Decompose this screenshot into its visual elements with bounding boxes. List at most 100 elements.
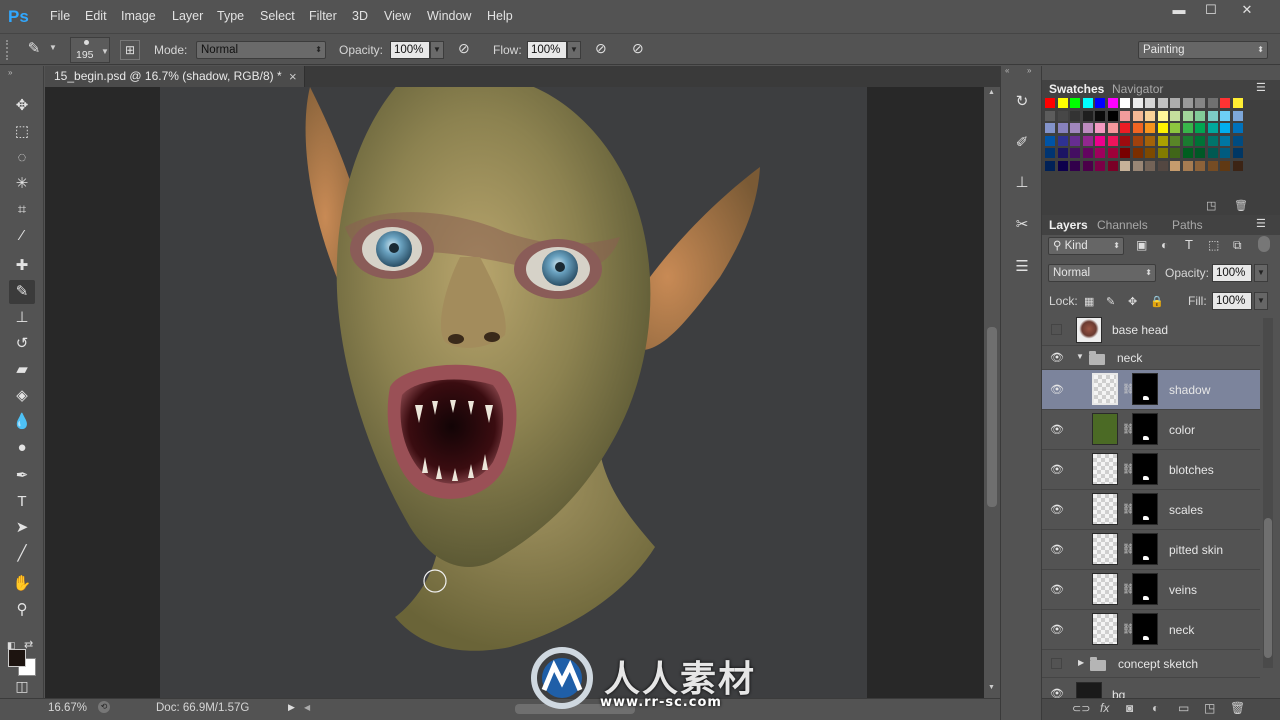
swatch[interactable] (1107, 123, 1118, 133)
tab-swatches[interactable]: Swatches (1049, 82, 1104, 96)
brush-panel-icon[interactable]: ✐ (1011, 132, 1033, 154)
swatch[interactable] (1120, 110, 1130, 121)
crop-tool-icon[interactable]: ⌗ (9, 198, 35, 222)
swatch[interactable] (1107, 110, 1118, 121)
eye-icon[interactable]: 👁 (1050, 688, 1064, 698)
swatch[interactable] (1157, 98, 1168, 108)
swatch[interactable] (1082, 110, 1093, 121)
layer-bg[interactable]: 👁 bg (1042, 678, 1260, 698)
tab-channels[interactable]: Channels (1097, 218, 1148, 232)
layer-mask-thumbnail[interactable] (1132, 533, 1158, 565)
eye-icon[interactable]: 👁 (1050, 544, 1064, 556)
workspace-dropdown[interactable]: Painting ⬍ (1138, 41, 1268, 59)
new-layer-icon[interactable]: ◳ (1204, 701, 1215, 715)
swatch[interactable] (1157, 148, 1168, 158)
swatch[interactable] (1157, 123, 1168, 133)
swatch[interactable] (1157, 135, 1168, 146)
adjustments-panel-icon[interactable]: ☰ (1011, 256, 1033, 278)
document-tab[interactable]: 15_begin.psd @ 16.7% (shadow, RGB/8) * × (45, 66, 305, 87)
layer-mask-thumbnail[interactable] (1132, 573, 1158, 605)
visibility-off-box[interactable] (1051, 658, 1062, 669)
swatch[interactable] (1232, 98, 1243, 108)
swatch[interactable] (1220, 148, 1230, 158)
swatch[interactable] (1107, 98, 1118, 108)
dock-expand-icon[interactable]: « (1005, 66, 1009, 75)
filter-pixel-icon[interactable]: ▣ (1136, 238, 1147, 252)
swatch[interactable] (1182, 98, 1193, 108)
swatch[interactable] (1145, 110, 1155, 121)
zoom-tool-icon[interactable]: ⚲ (9, 598, 35, 622)
path-selection-tool-icon[interactable]: ➤ (9, 516, 35, 540)
swatch[interactable] (1195, 98, 1205, 108)
swatch[interactable] (1045, 160, 1055, 171)
swatch[interactable] (1157, 160, 1168, 171)
menu-help[interactable]: Help (487, 9, 513, 23)
status-info-icon[interactable]: ⟲ (98, 701, 110, 713)
blend-mode-dropdown[interactable]: Normal ⬍ (1048, 264, 1156, 282)
swatch[interactable] (1232, 110, 1243, 121)
swatch[interactable] (1145, 98, 1155, 108)
add-mask-icon[interactable]: ◙ (1126, 701, 1133, 715)
paint-bucket-tool-icon[interactable]: ◈ (9, 384, 35, 408)
swatch[interactable] (1170, 135, 1180, 146)
mask-link-icon[interactable]: ⛓ (1122, 504, 1135, 516)
layer-base-head[interactable]: base head (1042, 314, 1260, 346)
swatch[interactable] (1095, 110, 1105, 121)
layer-mask-thumbnail[interactable] (1132, 613, 1158, 645)
mask-link-icon[interactable]: ⛓ (1122, 464, 1135, 476)
swatch[interactable] (1220, 135, 1230, 146)
menu-type[interactable]: Type (217, 9, 244, 23)
swatch[interactable] (1045, 110, 1055, 121)
hand-tool-icon[interactable]: ✋ (9, 572, 35, 596)
lock-transparent-icon[interactable]: ▦ (1084, 295, 1094, 308)
status-menu-arrow-icon[interactable]: ▶ (288, 702, 295, 713)
type-tool-icon[interactable]: T (9, 490, 35, 514)
swatch[interactable] (1107, 160, 1118, 171)
swatch[interactable] (1182, 135, 1193, 146)
layers-scrollbar[interactable] (1263, 318, 1273, 668)
swatch[interactable] (1082, 135, 1093, 146)
swatch[interactable] (1057, 98, 1068, 108)
swatch[interactable] (1182, 148, 1193, 158)
swatch[interactable] (1095, 123, 1105, 133)
swatch[interactable] (1207, 98, 1218, 108)
layer-opacity-arrow-icon[interactable]: ▼ (1254, 264, 1268, 282)
swatch[interactable] (1145, 135, 1155, 146)
swatch[interactable] (1082, 123, 1093, 133)
vertical-scroll-thumb[interactable] (987, 327, 997, 507)
swatch[interactable] (1070, 148, 1080, 158)
minimize-button[interactable]: ▬ (1162, 0, 1196, 22)
zoom-level[interactable]: 16.67% (48, 702, 87, 714)
eye-icon[interactable]: 👁 (1050, 504, 1064, 516)
swatches-menu-icon[interactable]: ☰ (1256, 81, 1266, 94)
delete-layer-icon[interactable]: 🗑 (1230, 701, 1245, 715)
swatch[interactable] (1170, 148, 1180, 158)
delete-swatch-icon[interactable]: 🗑 (1234, 199, 1248, 212)
swatch[interactable] (1170, 123, 1180, 133)
swatch[interactable] (1120, 98, 1130, 108)
eye-icon[interactable]: 👁 (1050, 352, 1064, 364)
filter-shape-icon[interactable]: ⬚ (1208, 238, 1219, 252)
swatch[interactable] (1095, 160, 1105, 171)
swatch[interactable] (1132, 148, 1143, 158)
swatch[interactable] (1145, 148, 1155, 158)
brush-size-picker[interactable]: 195 ▼ (70, 37, 110, 63)
tab-paths[interactable]: Paths (1172, 218, 1203, 232)
swatch[interactable] (1132, 110, 1143, 121)
filter-type-icon[interactable]: T (1185, 237, 1193, 252)
blur-tool-icon[interactable]: 💧 (9, 410, 35, 434)
swatch[interactable] (1170, 110, 1180, 121)
swatch[interactable] (1070, 123, 1080, 133)
swatch[interactable] (1082, 148, 1093, 158)
swatch[interactable] (1057, 110, 1068, 121)
filter-smart-object-icon[interactable]: ⧉ (1233, 238, 1242, 253)
swatch[interactable] (1082, 160, 1093, 171)
layer-row[interactable]: 👁 ⛓ neck (1042, 610, 1260, 650)
brush-preset-arrow-icon[interactable]: ▼ (49, 43, 57, 52)
group-collapsed-icon[interactable]: ▶ (1078, 658, 1084, 667)
tool-presets-panel-icon[interactable]: ✂ (1011, 214, 1033, 236)
lasso-tool-icon[interactable]: ◌ (9, 146, 35, 170)
opacity-dropdown-arrow-icon[interactable]: ▼ (430, 41, 444, 59)
swatch[interactable] (1182, 123, 1193, 133)
mask-link-icon[interactable]: ⛓ (1122, 384, 1135, 396)
